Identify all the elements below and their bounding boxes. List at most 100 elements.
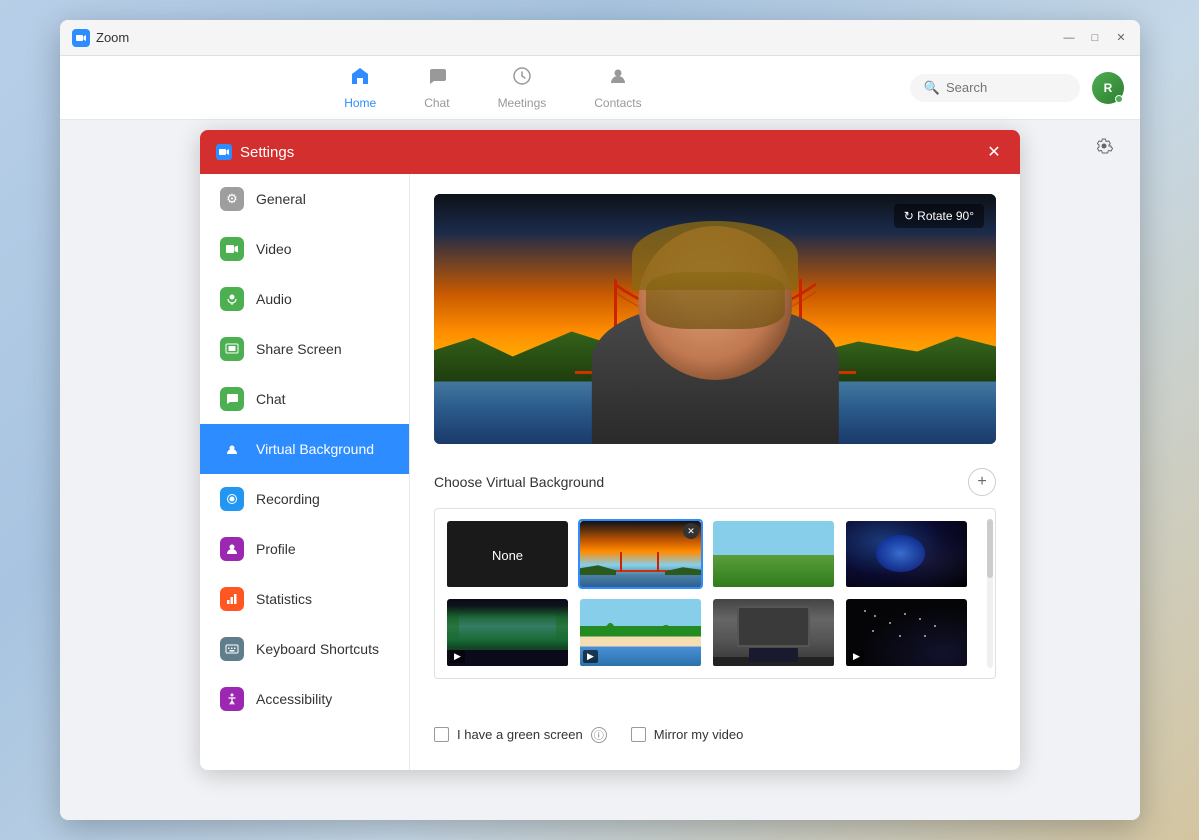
app-window: Zoom — □ ✕ Home xyxy=(60,20,1140,820)
search-input[interactable] xyxy=(946,80,1066,95)
sidebar-statistics-label: Statistics xyxy=(256,591,312,607)
title-bar-logo: Zoom xyxy=(72,29,1062,47)
sidebar-item-general[interactable]: ⚙ General xyxy=(200,174,409,224)
nav-bar: Home Chat Meetings xyxy=(60,56,1140,120)
keyboard-icon xyxy=(220,637,244,661)
vbg-header: Choose Virtual Background + xyxy=(434,468,996,496)
settings-title: Settings xyxy=(240,144,294,161)
accessibility-icon xyxy=(220,687,244,711)
aurora-video-badge: ▶ xyxy=(450,650,465,663)
green-screen-info-icon[interactable]: ⓘ xyxy=(591,727,607,743)
sidebar-item-virtual-background[interactable]: Virtual Background xyxy=(200,424,409,474)
sidebar-profile-label: Profile xyxy=(256,541,296,557)
audio-icon xyxy=(220,287,244,311)
sidebar-item-profile[interactable]: Profile xyxy=(200,524,409,574)
green-screen-checkbox-box[interactable] xyxy=(434,727,449,742)
video-icon xyxy=(220,237,244,261)
contacts-icon xyxy=(607,65,629,93)
sidebar-item-audio[interactable]: Audio xyxy=(200,274,409,324)
chat-nav-icon xyxy=(426,65,448,93)
nav-tab-home-label: Home xyxy=(344,96,376,110)
vbg-checkboxes: I have a green screen ⓘ Mirror my video xyxy=(434,711,996,743)
vbg-thumb-space[interactable] xyxy=(844,519,969,589)
chat-settings-icon xyxy=(220,387,244,411)
main-content: Settings ✕ ⚙ General xyxy=(60,120,1140,820)
green-screen-label: I have a green screen xyxy=(457,727,583,742)
sidebar-chat-label: Chat xyxy=(256,391,286,407)
sidebar-audio-label: Audio xyxy=(256,291,292,307)
sidebar-share-label: Share Screen xyxy=(256,341,342,357)
zoom-logo-icon xyxy=(72,29,90,47)
sidebar-item-share-screen[interactable]: Share Screen xyxy=(200,324,409,374)
virtual-background-icon xyxy=(220,437,244,461)
avatar-initials: R xyxy=(1104,81,1113,95)
vbg-thumb-grass[interactable] xyxy=(711,519,836,589)
share-screen-icon xyxy=(220,337,244,361)
nav-tab-contacts-label: Contacts xyxy=(594,96,641,110)
maximize-button[interactable]: □ xyxy=(1088,31,1102,45)
settings-header-left: Settings xyxy=(216,144,294,161)
settings-logo-icon xyxy=(216,144,232,160)
sidebar-item-accessibility[interactable]: Accessibility xyxy=(200,674,409,724)
vbg-section-label: Choose Virtual Background xyxy=(434,474,604,490)
dark-video-badge: ▶ xyxy=(849,650,864,663)
statistics-icon xyxy=(220,587,244,611)
vbg-section: Choose Virtual Background + None xyxy=(434,468,996,743)
vbg-add-button[interactable]: + xyxy=(968,468,996,496)
vbg-scrollbar[interactable] xyxy=(987,519,993,668)
rotate-button[interactable]: ↻ Rotate 90° xyxy=(894,204,984,228)
beach-video-badge: ▶ xyxy=(583,650,598,663)
person-silhouette xyxy=(560,214,869,444)
title-bar-controls: — □ ✕ xyxy=(1062,31,1128,45)
vbg-thumb-garage[interactable] xyxy=(711,597,836,667)
vbg-thumb-dark[interactable]: ▶ xyxy=(844,597,969,667)
nav-tab-home[interactable]: Home xyxy=(320,57,400,118)
sidebar-item-recording[interactable]: Recording xyxy=(200,474,409,524)
vbg-thumb-aurora[interactable]: ▶ xyxy=(445,597,570,667)
minimize-button[interactable]: — xyxy=(1062,31,1076,45)
nav-tab-meetings[interactable]: Meetings xyxy=(474,57,571,118)
mirror-video-checkbox[interactable]: Mirror my video xyxy=(631,727,744,742)
settings-gear-button[interactable] xyxy=(1088,130,1120,162)
sidebar-general-label: General xyxy=(256,191,306,207)
avatar-status-dot xyxy=(1115,95,1123,103)
sidebar-item-keyboard-shortcuts[interactable]: Keyboard Shortcuts xyxy=(200,624,409,674)
nav-search: 🔍 xyxy=(910,74,1080,102)
vbg-delete-bridge[interactable]: ✕ xyxy=(683,523,699,539)
nav-tab-contacts[interactable]: Contacts xyxy=(570,57,665,118)
settings-sidebar: ⚙ General Video xyxy=(200,174,410,770)
sidebar-accessibility-label: Accessibility xyxy=(256,691,332,707)
nav-tab-chat[interactable]: Chat xyxy=(400,57,473,118)
green-screen-checkbox[interactable]: I have a green screen ⓘ xyxy=(434,727,607,743)
home-icon xyxy=(349,65,371,93)
profile-icon xyxy=(220,537,244,561)
sidebar-recording-label: Recording xyxy=(256,491,320,507)
avatar[interactable]: R xyxy=(1092,72,1124,104)
video-preview: ↻ Rotate 90° xyxy=(434,194,996,444)
vbg-thumb-bridge[interactable]: ✕ xyxy=(578,519,703,589)
meetings-icon xyxy=(511,65,533,93)
recording-icon xyxy=(220,487,244,511)
settings-header: Settings ✕ xyxy=(200,130,1020,174)
sidebar-vbg-label: Virtual Background xyxy=(256,441,374,457)
nav-tab-meetings-label: Meetings xyxy=(498,96,547,110)
settings-body: ⚙ General Video xyxy=(200,174,1020,770)
settings-close-button[interactable]: ✕ xyxy=(984,142,1004,162)
app-title: Zoom xyxy=(96,30,129,45)
sidebar-keyboard-label: Keyboard Shortcuts xyxy=(256,641,379,657)
title-bar: Zoom — □ ✕ xyxy=(60,20,1140,56)
vbg-thumb-none[interactable]: None xyxy=(445,519,570,589)
sidebar-item-chat[interactable]: Chat xyxy=(200,374,409,424)
sidebar-item-statistics[interactable]: Statistics xyxy=(200,574,409,624)
settings-content: ↻ Rotate 90° Choose Virtual Background + xyxy=(410,174,1020,770)
vbg-scroll-container: None xyxy=(434,508,996,679)
sidebar-video-label: Video xyxy=(256,241,292,257)
settings-dialog: Settings ✕ ⚙ General xyxy=(200,130,1020,770)
sidebar-item-video[interactable]: Video xyxy=(200,224,409,274)
search-icon: 🔍 xyxy=(924,80,940,96)
general-icon: ⚙ xyxy=(220,187,244,211)
close-button[interactable]: ✕ xyxy=(1114,31,1128,45)
mirror-video-checkbox-box[interactable] xyxy=(631,727,646,742)
vbg-thumb-beach[interactable]: ▶ xyxy=(578,597,703,667)
vbg-scrollbar-thumb xyxy=(987,519,993,578)
